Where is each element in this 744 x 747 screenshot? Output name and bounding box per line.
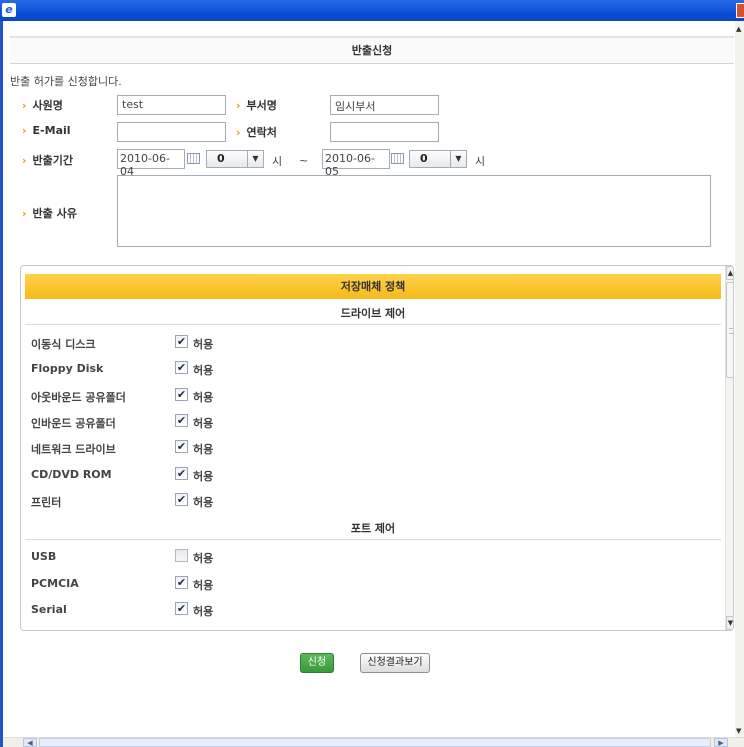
policy-row: USB 허용	[31, 544, 711, 570]
allow-checkbox[interactable]: ✔	[175, 576, 188, 589]
department-input[interactable]: 임시부서	[330, 95, 439, 115]
window-titlebar: e	[0, 0, 744, 21]
policy-row: 네트워크 드라이브 ✔ 허용	[31, 435, 711, 461]
allow-label: 허용	[193, 364, 214, 377]
allow-label: 허용	[193, 417, 214, 430]
allow-label: 허용	[193, 496, 214, 509]
user-name-label: › 사원명	[22, 99, 63, 112]
end-hour-unit: 시	[475, 155, 486, 168]
allow-label: 허용	[193, 391, 214, 404]
policy-row: CD/DVD ROM ✔ 허용	[31, 462, 711, 488]
scroll-up-icon[interactable]: ▲	[726, 266, 733, 280]
policy-content: 저장매체 정책 드라이브 제어 이동식 디스크 ✔ 허용 Floppy Disk…	[21, 266, 725, 630]
arrow-icon: ›	[22, 124, 27, 137]
allow-label: 허용	[193, 470, 214, 483]
scroll-down-icon[interactable]: ▼	[736, 727, 741, 735]
policy-row-name: USB	[31, 550, 57, 563]
policy-row-name: PCMCIA	[31, 577, 79, 590]
page-title: 반출신청	[10, 36, 734, 64]
policy-row-name: 네트워크 드라이브	[31, 443, 116, 456]
policy-row-name: Floppy Disk	[31, 362, 104, 375]
reason-label: › 반출 사유	[22, 207, 77, 220]
policy-row: Serial ✔ 허용	[31, 597, 711, 623]
start-date-input[interactable]: 2010-06-04	[117, 149, 185, 178]
policy-scrollbar[interactable]: ▲ ▼	[725, 266, 733, 630]
chevron-down-icon: ▼	[450, 151, 466, 167]
start-hour-unit: 시	[272, 155, 283, 168]
phone-input[interactable]	[330, 122, 439, 142]
arrow-icon: ›	[22, 99, 27, 112]
policy-row: 아웃바운드 공유폴더 ✔ 허용	[31, 383, 711, 409]
policy-row: 인바운드 공유폴더 ✔ 허용	[31, 409, 711, 435]
department-label: › 부서명	[236, 99, 277, 112]
tilde-separator: ~	[299, 154, 309, 167]
policy-title: 저장매체 정책	[25, 274, 721, 299]
policy-scroll-thumb[interactable]	[726, 282, 733, 378]
policy-row-name: 인바운드 공유폴더	[31, 417, 116, 430]
reason-textarea[interactable]	[117, 175, 711, 247]
storage-policy-panel: 저장매체 정책 드라이브 제어 이동식 디스크 ✔ 허용 Floppy Disk…	[20, 265, 734, 631]
email-input[interactable]	[117, 122, 226, 142]
allow-label: 허용	[193, 552, 214, 565]
drive-control-section: 드라이브 제어	[25, 303, 721, 325]
scroll-left-icon[interactable]: ◀	[23, 738, 37, 747]
page-vertical-scrollbar[interactable]: ▲ ▼	[735, 21, 744, 737]
allow-label: 허용	[193, 579, 214, 592]
horizontal-scroll-thumb[interactable]	[39, 738, 711, 747]
period-label: › 반출기간	[22, 154, 74, 167]
start-calendar-icon[interactable]	[187, 153, 200, 164]
policy-row-name: 이동식 디스크	[31, 338, 96, 351]
chevron-down-icon: ▼	[247, 151, 263, 167]
policy-row-name: Serial	[31, 603, 67, 616]
end-hour-select[interactable]: 0 ▼	[409, 150, 467, 168]
allow-checkbox[interactable]: ✔	[175, 414, 188, 427]
phone-label: › 연락처	[236, 126, 277, 139]
end-date-input[interactable]: 2010-06-05	[322, 149, 390, 178]
ie-icon: e	[2, 3, 16, 17]
intro-text: 반출 허가를 신청합니다.	[10, 75, 122, 88]
allow-checkbox[interactable]: ✔	[175, 361, 188, 374]
allow-checkbox[interactable]: ✔	[175, 493, 188, 506]
view-result-button[interactable]: 신청결과보기	[360, 653, 430, 673]
window-frame-left	[0, 21, 3, 747]
allow-checkbox[interactable]: ✔	[175, 335, 188, 348]
policy-row: 이동식 디스크 ✔ 허용	[31, 330, 711, 356]
end-calendar-icon[interactable]	[391, 153, 404, 164]
arrow-icon: ›	[22, 154, 27, 167]
allow-label: 허용	[193, 443, 214, 456]
email-label: › E-Mail	[22, 124, 71, 137]
arrow-icon: ›	[236, 99, 241, 112]
allow-label: 허용	[193, 605, 214, 618]
close-button[interactable]	[736, 3, 744, 18]
policy-row: 프린터 ✔ 허용	[31, 488, 711, 514]
allow-checkbox[interactable]: ✔	[175, 467, 188, 480]
allow-checkbox[interactable]: ✔	[175, 440, 188, 453]
page-horizontal-scrollbar[interactable]: ◀ ▶	[3, 737, 744, 747]
allow-checkbox[interactable]	[175, 549, 188, 562]
port-control-section: 포트 제어	[25, 518, 721, 540]
policy-row-name: 프린터	[31, 496, 62, 509]
policy-row-name: 아웃바운드 공유폴더	[31, 391, 126, 404]
allow-checkbox[interactable]: ✔	[175, 602, 188, 615]
user-name-input[interactable]: test	[117, 95, 226, 115]
apply-button[interactable]: 신청	[300, 653, 334, 673]
policy-row: PCMCIA ✔ 허용	[31, 571, 711, 597]
scroll-right-icon[interactable]: ▶	[714, 738, 728, 747]
grip-icon	[729, 328, 733, 334]
policy-row-name: CD/DVD ROM	[31, 468, 112, 481]
arrow-icon: ›	[236, 126, 241, 139]
policy-row: Floppy Disk ✔ 허용	[31, 356, 711, 382]
allow-label: 허용	[193, 338, 214, 351]
scroll-up-icon[interactable]: ▲	[736, 25, 741, 33]
arrow-icon: ›	[22, 207, 27, 220]
start-hour-select[interactable]: 0 ▼	[206, 150, 264, 168]
scroll-down-icon[interactable]: ▼	[726, 616, 733, 630]
allow-checkbox[interactable]: ✔	[175, 388, 188, 401]
